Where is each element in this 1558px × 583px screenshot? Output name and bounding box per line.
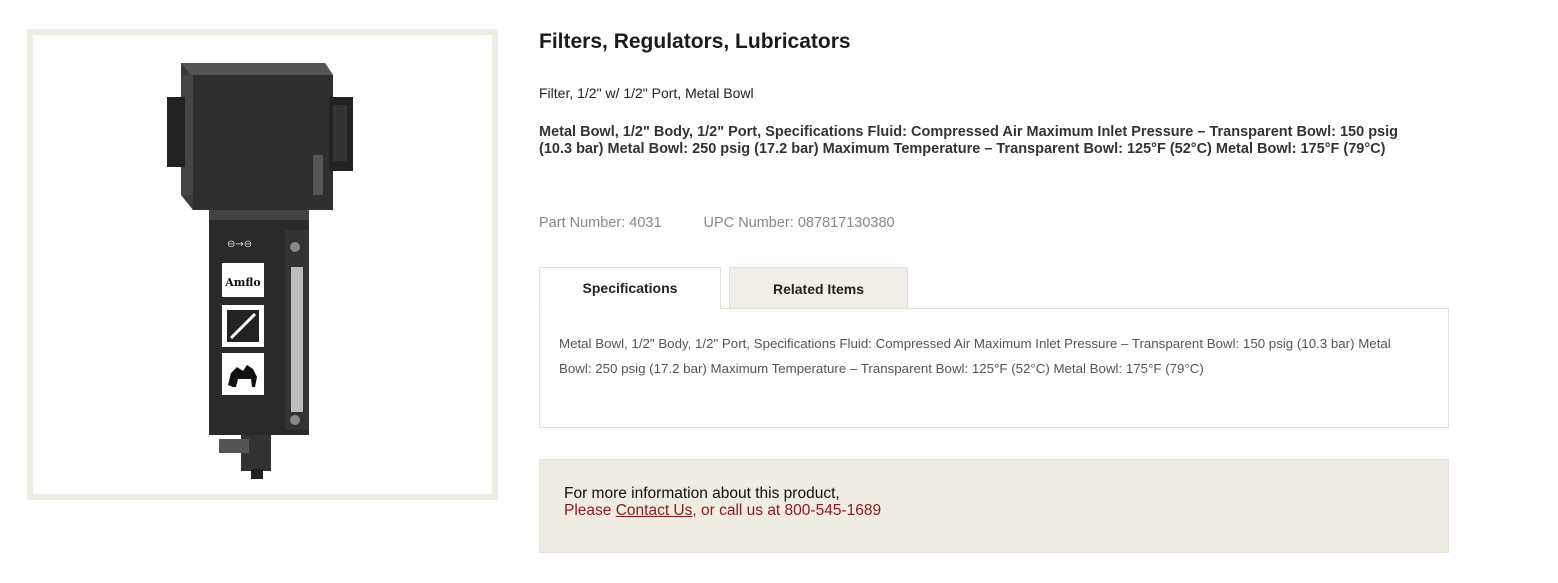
- upc-number: UPC Number: 087817130380: [703, 215, 895, 231]
- tab-related-items[interactable]: Related Items: [729, 267, 908, 309]
- product-image: ⊖→⊖ Amflo: [167, 63, 353, 479]
- product-numbers: Part Number: 4031 UPC Number: 0878171303…: [539, 215, 895, 231]
- svg-text:Amflo: Amflo: [224, 276, 261, 289]
- contact-box: For more information about this product,…: [539, 459, 1449, 553]
- contact-intro: For more information about this product,: [564, 485, 840, 502]
- contact-phone: , or call us at 800-545-1689: [692, 502, 882, 519]
- page-title: Filters, Regulators, Lubricators: [539, 30, 851, 53]
- product-short-description: Filter, 1/2" w/ 1/2" Port, Metal Bowl: [539, 85, 754, 101]
- contact-line: Please Contact Us, or call us at 800-545…: [564, 502, 1424, 519]
- product-image-frame: ⊖→⊖ Amflo: [27, 29, 498, 500]
- brand-label: Amflo: [222, 263, 264, 297]
- contact-prefix: Please: [564, 502, 616, 519]
- contact-us-link[interactable]: Contact Us: [616, 502, 693, 519]
- product-long-description: Metal Bowl, 1/2" Body, 1/2" Port, Specif…: [539, 124, 1398, 157]
- tab-specifications[interactable]: Specifications: [539, 267, 721, 309]
- part-number: Part Number: 4031: [539, 215, 662, 231]
- svg-text:⊖→⊖: ⊖→⊖: [227, 239, 252, 250]
- specifications-panel: Metal Bowl, 1/2" Body, 1/2" Port, Specif…: [539, 308, 1449, 428]
